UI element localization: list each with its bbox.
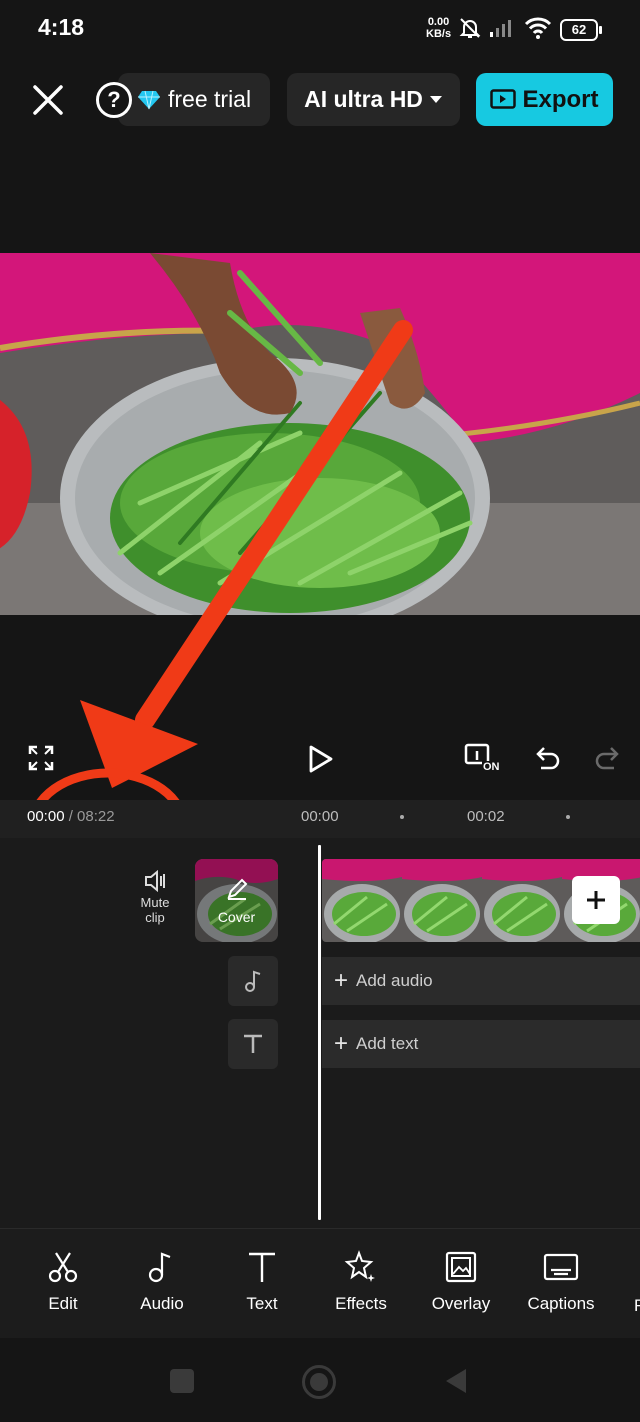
close-icon [33,85,63,115]
export-icon [490,88,517,109]
play-icon[interactable] [308,745,334,773]
toggle-badge: ON [482,761,501,773]
quality-label: AI ultra HD [304,86,423,112]
sparkle-star-icon [344,1250,375,1282]
tool-overlay-label: Overlay [431,1294,491,1313]
pencil-icon [227,878,248,900]
home-button[interactable] [302,1365,336,1399]
network-speed-unit: KB/s [426,28,452,40]
add-clip-button[interactable] [572,876,620,924]
mute-clip-label-line2: clip [145,910,165,925]
system-nav-bar [0,1338,640,1422]
add-text-label: Add text [356,1034,419,1053]
overlay-image-icon [445,1251,477,1283]
signal-icon [490,20,511,37]
text-track-button[interactable] [228,1019,278,1069]
clip-thumbnail [402,859,482,942]
redo-icon[interactable] [594,745,620,771]
export-label: Export [522,85,599,113]
text-icon [244,1034,262,1053]
hdr-toggle-button[interactable]: ON [464,743,504,777]
timecode: 00:00 / 08:22 [27,808,115,825]
add-audio-track[interactable]: + Add audio [322,957,640,1005]
export-button[interactable]: Export [476,73,613,126]
music-note-icon [148,1252,171,1283]
ruler-dot [566,815,570,819]
total-duration: / 08:22 [68,808,115,825]
mute-clip-label-line1: Mute [140,895,170,910]
network-speed-value: 0.00 [427,16,450,28]
scissors-icon [48,1252,78,1283]
close-button[interactable] [28,80,68,120]
tool-overlay[interactable]: Overlay [416,1250,506,1314]
add-text-track[interactable]: + Add text [322,1020,640,1068]
speaker-icon [145,869,165,893]
text-icon [249,1252,275,1282]
tool-edit[interactable]: Edit [18,1250,108,1314]
cover-button[interactable]: Cover [195,859,278,942]
cover-label: Cover [217,909,256,925]
diamond-icon [138,90,160,109]
caret-down-icon [429,95,442,103]
wifi-icon [524,17,552,39]
undo-icon[interactable] [535,745,561,771]
captions-icon [543,1253,579,1281]
quality-dropdown[interactable]: AI ultra HD [287,73,460,126]
clip-thumbnail [482,859,562,942]
home-dot [310,1373,328,1391]
status-time: 4:18 [38,14,85,40]
tool-audio[interactable]: Audio [117,1250,207,1314]
ruler-dot [400,815,404,819]
tool-effects[interactable]: Effects [316,1250,406,1314]
help-button[interactable]: ? [96,82,132,118]
tool-effects-label: Effects [335,1294,387,1313]
music-note-icon [245,970,261,992]
tool-captions[interactable]: Captions [516,1250,606,1314]
battery-indicator: 62 [560,19,602,41]
tool-text-label: Text [246,1294,278,1313]
plus-icon [587,891,605,909]
add-audio-label: Add audio [356,971,433,990]
ruler-tick-label: 00:00 [301,808,339,825]
status-bar: 4:18 0.00 KB/s 62 [0,0,640,56]
tool-text[interactable]: Text [217,1250,307,1314]
expand-icon[interactable] [28,745,54,771]
audio-track-button[interactable] [228,956,278,1006]
recent-apps-button[interactable] [170,1369,194,1393]
free-trial-button[interactable]: free trial [118,73,270,126]
playback-controls: ON [0,725,640,795]
notifications-muted-icon [459,18,481,38]
tool-more-partial[interactable]: F [634,1296,640,1316]
mute-clip-button[interactable]: Mute clip [132,869,178,925]
ruler-tick-label: 00:02 [467,808,505,825]
network-speed: 0.00 KB/s [426,16,451,40]
clip-thumbnail [322,859,402,942]
back-button[interactable] [444,1367,468,1395]
tool-captions-label: Captions [527,1294,595,1313]
annotation-arrow-shaft [135,320,413,730]
free-trial-label: free trial [168,86,252,112]
plus-icon: + [334,967,349,994]
tool-audio-label: Audio [140,1294,184,1313]
current-time: 00:00 [27,808,65,825]
tool-edit-label: Edit [48,1294,78,1313]
plus-icon: + [334,1030,349,1057]
playhead[interactable] [318,845,321,1220]
